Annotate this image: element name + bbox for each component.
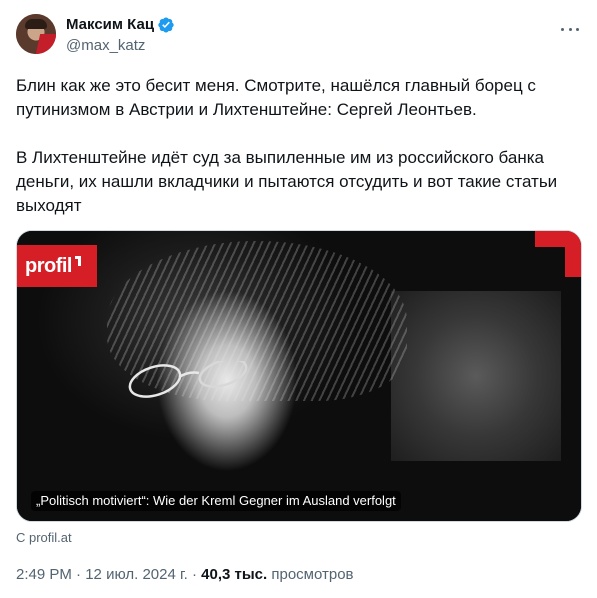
tweet-text: Блин как же это бесит меня. Смотрите, на… <box>16 74 581 218</box>
logo-mark-icon <box>75 256 81 266</box>
profil-logo-text: profil <box>25 254 73 277</box>
tweet-paragraph-2: В Лихтенштейне идёт суд за выпиленные им… <box>16 148 558 215</box>
tweet: Максим Кац @max_katz Блин как же это бес… <box>0 0 597 598</box>
link-card-image[interactable]: profil „Politisch motiviert“: Wie der Kr… <box>16 230 582 522</box>
verified-badge-icon <box>158 17 174 33</box>
author-handle[interactable]: @max_katz <box>66 36 145 56</box>
avatar[interactable] <box>16 14 56 54</box>
author-name-row: Максим Кац <box>66 15 175 35</box>
more-dots-icon[interactable] <box>561 20 579 38</box>
link-card-title: „Politisch motiviert“: Wie der Kreml Geg… <box>31 491 401 511</box>
views-label: просмотров <box>271 566 354 583</box>
tweet-meta: 2:49 PM · 12 июл. 2024 г. · 40,3 тыс. пр… <box>16 565 354 585</box>
meta-separator-2: · <box>191 566 197 583</box>
glasses-shape <box>128 361 248 398</box>
meta-separator: · <box>76 566 82 583</box>
tweet-time[interactable]: 2:49 PM <box>16 566 72 583</box>
profil-logo: profil <box>17 245 97 287</box>
brand-corner-mark <box>535 231 581 277</box>
author-name[interactable]: Максим Кац <box>66 15 154 35</box>
views-count[interactable]: 40,3 тыс. <box>201 566 267 583</box>
link-card-source[interactable]: С profil.at <box>16 530 72 546</box>
tweet-header: Максим Кац @max_katz <box>16 14 581 62</box>
tweet-paragraph-1: Блин как же это бесит меня. Смотрите, на… <box>16 76 536 119</box>
background-screen <box>391 291 561 461</box>
tweet-date[interactable]: 12 июл. 2024 г. <box>85 566 188 583</box>
